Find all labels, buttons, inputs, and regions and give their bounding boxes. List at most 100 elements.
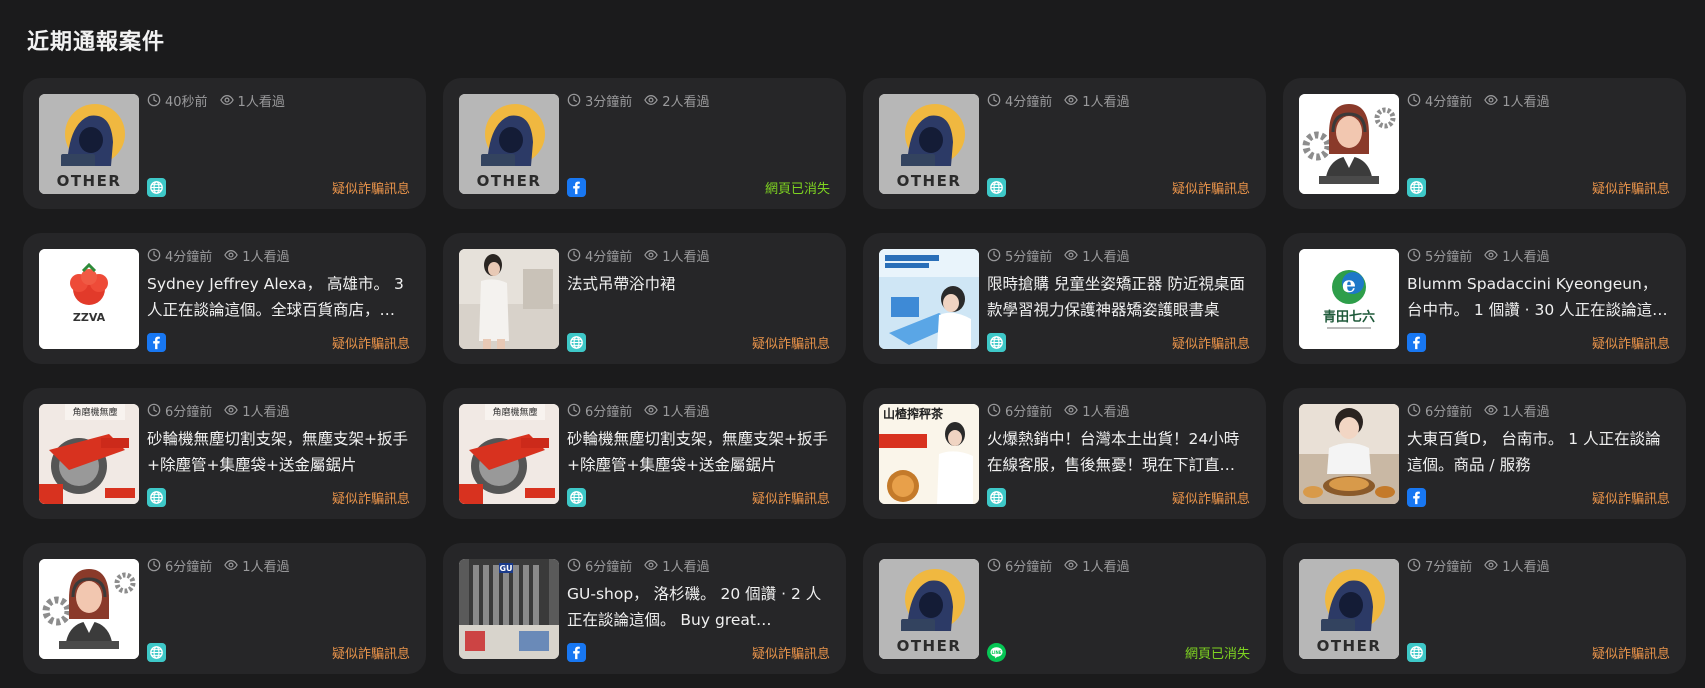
eye-icon — [1064, 405, 1079, 415]
eye-icon — [224, 560, 239, 570]
report-status: 疑似詐騙訊息 — [331, 491, 410, 507]
clock-icon — [567, 248, 581, 262]
report-card-13[interactable]: 6分鐘前 1人看過 疑似詐騙訊息 — [23, 543, 426, 674]
views-meta: 1人看過 — [1064, 91, 1130, 110]
card-meta: 4分鐘前 1人看過 — [1407, 90, 1670, 110]
web-icon — [567, 487, 586, 507]
svg-text:LINE: LINE — [991, 650, 1001, 655]
clock-icon — [1407, 248, 1421, 262]
card-footer: 疑似詐騙訊息 — [147, 642, 410, 662]
report-card-7[interactable]: 5分鐘前 1人看過 限時搶購 兒童坐姿矯正器 防近視桌面款學習視力保護神器矯姿護… — [863, 233, 1266, 364]
report-time: 4分鐘前 — [165, 249, 213, 265]
card-info: 6分鐘前 1人看過 GU-shop， 洛杉磯。 20 個讚 · 2 人正在談論這… — [567, 555, 830, 662]
card-footer: 疑似詐騙訊息 — [1407, 332, 1670, 352]
views-meta: 1人看過 — [644, 401, 710, 420]
views-meta: 1人看過 — [644, 556, 710, 575]
clock-icon — [147, 248, 161, 262]
views-meta: 1人看過 — [224, 246, 290, 265]
card-info: 6分鐘前 1人看過 大東百貨D， 台南市。 1 人正在談論這個。商品 / 服務 … — [1407, 400, 1670, 507]
view-count: 2人看過 — [662, 94, 710, 110]
eye-icon — [224, 405, 239, 415]
report-status: 網頁已消失 — [1184, 646, 1250, 662]
report-time: 4分鐘前 — [585, 249, 633, 265]
web-icon — [147, 487, 166, 507]
report-time: 5分鐘前 — [1005, 249, 1053, 265]
view-count: 1人看過 — [662, 559, 710, 575]
report-card-10[interactable]: 角磨機無塵 6分鐘前 1人看過 砂輪機無塵切割支架，無塵支架+扳手+除塵管+集塵… — [443, 388, 846, 519]
time-meta: 5分鐘前 — [1407, 246, 1472, 265]
report-card-11[interactable]: 山楂搾秤茶 6分鐘前 1人看過 火爆熱銷中！台灣本土出貨！24小時在線客服，售後… — [863, 388, 1266, 519]
report-card-8[interactable]: e 青田七六 5分鐘前 1人看過 Blumm Spadaccini Kyeong… — [1283, 233, 1686, 364]
card-meta: 6分鐘前 1人看過 — [987, 555, 1250, 575]
report-time: 7分鐘前 — [1425, 559, 1473, 575]
time-meta: 6分鐘前 — [567, 401, 632, 420]
card-footer: LINE 網頁已消失 — [987, 642, 1250, 662]
time-meta: 4分鐘前 — [987, 91, 1052, 110]
card-meta: 6分鐘前 1人看過 — [987, 400, 1250, 420]
clock-icon — [567, 93, 581, 107]
report-status: 疑似詐騙訊息 — [751, 646, 830, 662]
report-card-15[interactable]: OTHER 6分鐘前 1人看過 LINE 網頁已消失 — [863, 543, 1266, 674]
report-card-12[interactable]: 6分鐘前 1人看過 大東百貨D， 台南市。 1 人正在談論這個。商品 / 服務 … — [1283, 388, 1686, 519]
thumbnail-agent — [1299, 94, 1399, 194]
eye-icon — [1064, 250, 1079, 260]
card-meta: 4分鐘前 1人看過 — [987, 90, 1250, 110]
thumbnail-photo-food — [1299, 404, 1399, 504]
report-title: 大東百貨D， 台南市。 1 人正在談論這個。商品 / 服務 — [1407, 430, 1661, 474]
report-card-16[interactable]: OTHER 7分鐘前 1人看過 疑似詐騙訊息 — [1283, 543, 1686, 674]
card-meta: 3分鐘前 2人看過 — [567, 90, 830, 110]
views-meta: 2人看過 — [644, 91, 710, 110]
svg-text:角磨機無塵: 角磨機無塵 — [492, 406, 537, 418]
report-card-6[interactable]: 4分鐘前 1人看過 法式吊帶浴巾裙 疑似詐騙訊息 — [443, 233, 846, 364]
time-meta: 4分鐘前 — [567, 246, 632, 265]
report-card-4[interactable]: 4分鐘前 1人看過 疑似詐騙訊息 — [1283, 78, 1686, 209]
thumbnail-qingtian: e 青田七六 — [1299, 249, 1399, 349]
report-status: 疑似詐騙訊息 — [1171, 181, 1250, 197]
svg-text:e: e — [1342, 272, 1356, 298]
views-meta: 1人看過 — [1064, 246, 1130, 265]
card-meta: 6分鐘前 1人看過 — [567, 555, 830, 575]
view-count: 1人看過 — [1082, 94, 1130, 110]
time-meta: 3分鐘前 — [567, 91, 632, 110]
report-time: 6分鐘前 — [585, 559, 633, 575]
thumbnail-other: OTHER — [459, 94, 559, 194]
thumbnail-other: OTHER — [879, 94, 979, 194]
facebook-icon — [1407, 332, 1426, 352]
web-icon — [147, 642, 166, 662]
view-count: 1人看過 — [1502, 94, 1550, 110]
report-time: 6分鐘前 — [585, 404, 633, 420]
report-card-9[interactable]: 角磨機無塵 6分鐘前 1人看過 砂輪機無塵切割支架，無塵支架+扳手+除塵管+集塵… — [23, 388, 426, 519]
card-info: 4分鐘前 1人看過 疑似詐騙訊息 — [987, 90, 1250, 197]
card-footer: 疑似詐騙訊息 — [1407, 487, 1670, 507]
card-footer: 疑似詐騙訊息 — [567, 642, 830, 662]
report-status: 疑似詐騙訊息 — [1171, 491, 1250, 507]
card-meta: 6分鐘前 1人看過 — [147, 555, 410, 575]
eye-icon — [644, 250, 659, 260]
report-card-2[interactable]: OTHER 3分鐘前 2人看過 網頁已消失 — [443, 78, 846, 209]
thumbnail-photo-store: GU — [459, 559, 559, 659]
card-info: 5分鐘前 1人看過 Blumm Spadaccini Kyeongeun， 台中… — [1407, 245, 1670, 352]
eye-icon — [1484, 250, 1499, 260]
report-title: 火爆熱銷中！台灣本土出貨！24小時在線客服，售後無憂！現在下訂直… — [987, 430, 1240, 474]
eye-icon — [1484, 560, 1499, 570]
report-status: 疑似詐騙訊息 — [331, 181, 410, 197]
card-info: 40秒前 1人看過 疑似詐騙訊息 — [147, 90, 410, 197]
report-card-5[interactable]: ZZVA 4分鐘前 1人看過 Sydney Jeffrey Alexa， 高雄市… — [23, 233, 426, 364]
clock-icon — [1407, 403, 1421, 417]
card-footer: 疑似詐騙訊息 — [987, 177, 1250, 197]
recent-reports-page: 近期通報案件 OTHER 40秒前 1人看過 疑似詐騙訊息 OTHER 3分鐘前… — [0, 0, 1705, 688]
report-title: GU-shop， 洛杉磯。 20 個讚 · 2 人正在談論這個。 Buy gre… — [567, 585, 822, 629]
eye-icon — [644, 95, 659, 105]
svg-text:OTHER: OTHER — [897, 172, 962, 190]
report-card-14[interactable]: GU 6分鐘前 1人看過 GU-shop， 洛杉磯。 20 個讚 · 2 人正在… — [443, 543, 846, 674]
report-title: 限時搶購 兒童坐姿矯正器 防近視桌面款學習視力保護神器矯姿護眼書桌 — [987, 275, 1245, 319]
web-icon — [987, 332, 1006, 352]
report-card-3[interactable]: OTHER 4分鐘前 1人看過 疑似詐騙訊息 — [863, 78, 1266, 209]
card-info: 6分鐘前 1人看過 LINE 網頁已消失 — [987, 555, 1250, 662]
card-footer: 疑似詐騙訊息 — [1407, 177, 1670, 197]
report-status: 疑似詐騙訊息 — [751, 336, 830, 352]
line-icon: LINE — [987, 642, 1006, 662]
report-card-1[interactable]: OTHER 40秒前 1人看過 疑似詐騙訊息 — [23, 78, 426, 209]
eye-icon — [1484, 405, 1499, 415]
report-title: Sydney Jeffrey Alexa， 高雄市。 3 人正在談論這個。全球百… — [147, 275, 404, 319]
